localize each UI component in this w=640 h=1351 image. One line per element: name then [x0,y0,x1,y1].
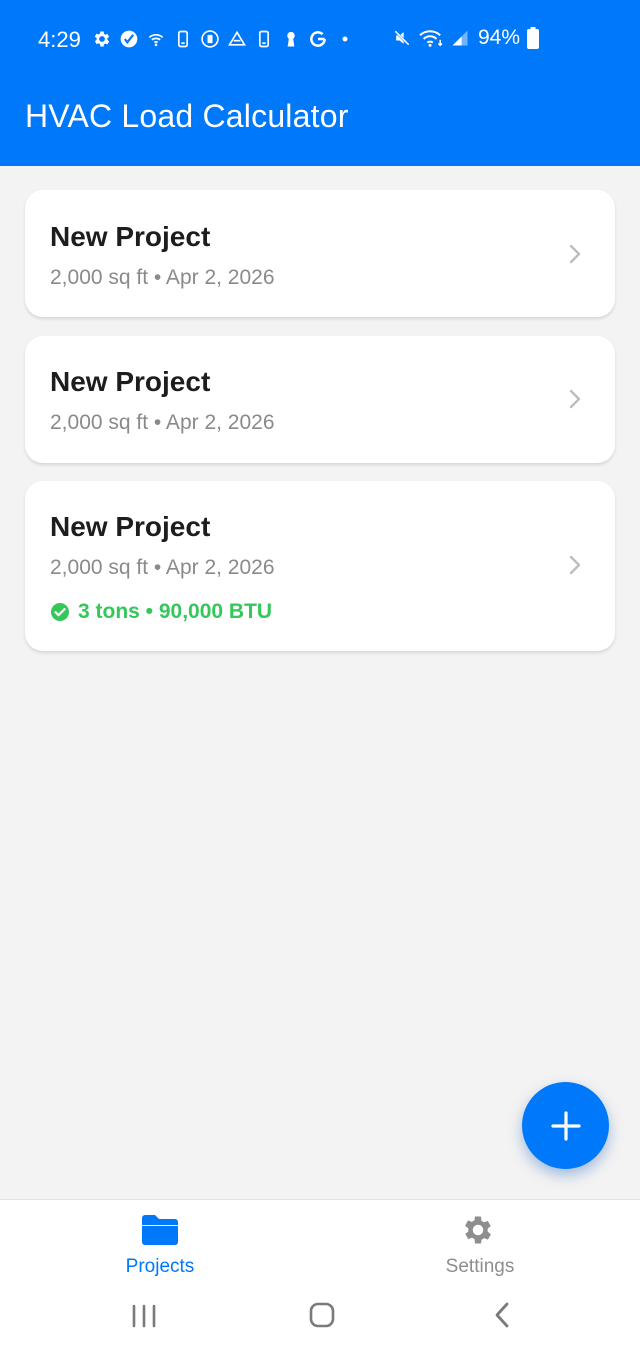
google-icon [308,28,328,50]
project-name: New Project [50,221,211,252]
notification-icons [92,28,355,50]
dot-icon [335,28,355,50]
gear-icon [92,28,112,50]
page-title: HVAC Load Calculator [25,98,349,134]
project-name: New Project [50,366,211,397]
drive-icon [227,28,247,50]
status-bar: 4:29 94% [0,0,640,80]
plus-icon [550,1110,581,1141]
battery-icon [526,27,540,49]
check-circle-icon [51,603,69,621]
project-meta: 2,000 sq ft • Apr 2, 2026 [50,411,275,434]
battery-percent: 94% [478,26,521,49]
add-project-button[interactable] [522,1082,609,1169]
home-icon[interactable] [300,1299,344,1333]
chevron-right-icon [569,389,581,409]
signal-icon [450,27,470,49]
project-name: New Project [50,511,211,542]
phone-icon [254,28,274,50]
project-card[interactable]: New Project 2,000 sq ft • Apr 2, 2026 [25,336,615,463]
tab-projects[interactable]: Projects [0,1200,320,1290]
recent-apps-icon[interactable] [122,1299,166,1333]
app-bar: 4:29 94% HVAC Load Calculator [0,0,640,166]
load-result-text: 3 tons • 90,000 BTU [78,600,273,623]
mute-icon [392,27,412,49]
wifi-icon [418,27,444,49]
keyhole-icon [281,28,301,50]
chevron-right-icon [569,555,581,575]
system-nav-bar [0,1289,640,1351]
project-meta: 2,000 sq ft • Apr 2, 2026 [50,266,275,289]
chevron-right-icon [569,244,581,264]
gear-icon [465,1216,491,1244]
tab-settings[interactable]: Settings [320,1200,640,1290]
bottom-tab-bar: Projects Settings [0,1199,640,1289]
vpn-check-icon [119,28,139,50]
back-icon[interactable] [480,1299,524,1333]
tab-label: Projects [125,1256,195,1277]
system-status-icons: 94% [392,26,540,50]
tab-label: Settings [445,1256,515,1277]
project-meta: 2,000 sq ft • Apr 2, 2026 [50,556,275,579]
project-card[interactable]: New Project 2,000 sq ft • Apr 2, 2026 [25,190,615,317]
battery-saver-icon [200,28,220,50]
load-result-badge: 3 tons • 90,000 BTU [50,600,272,624]
wifi-call-icon [146,28,166,50]
folder-icon [142,1215,178,1245]
status-time: 4:29 [38,27,81,52]
phone-icon [173,28,193,50]
project-card[interactable]: New Project 2,000 sq ft • Apr 2, 2026 3 … [25,481,615,651]
